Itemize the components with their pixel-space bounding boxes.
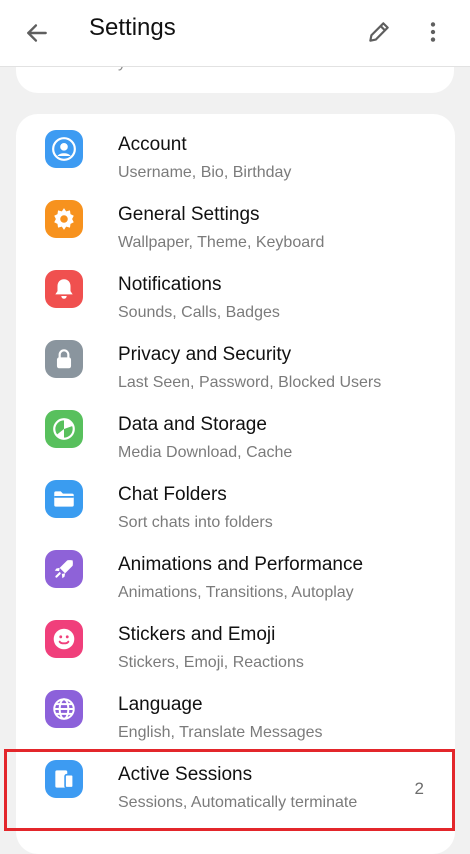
pie-chart-icon (53, 418, 75, 440)
settings-item-subtitle: Animations, Transitions, Autoplay (118, 584, 354, 601)
general-icon-box (45, 200, 83, 238)
globe-icon (53, 698, 75, 720)
account-icon-box (45, 130, 83, 168)
settings-item-label: Active Sessions (118, 764, 253, 785)
more-vertical-icon (430, 22, 436, 42)
more-options-button[interactable] (414, 13, 452, 51)
rocket-icon (54, 560, 73, 579)
person-icon (52, 137, 76, 161)
settings-item-stickers-emoji[interactable]: Stickers and Emoji Stickers, Emoji, Reac… (16, 604, 455, 674)
settings-item-data-storage[interactable]: Data and Storage Media Download, Cache (16, 394, 455, 464)
folder-icon (54, 491, 74, 507)
sessions-count-badge: 2 (414, 779, 424, 798)
settings-item-chat-folders[interactable]: Chat Folders Sort chats into folders (16, 464, 455, 534)
settings-item-label: General Settings (118, 204, 260, 225)
bell-icon (55, 279, 73, 299)
settings-item-account[interactable]: Account Username, Bio, Birthday (16, 114, 455, 184)
settings-item-subtitle: Stickers, Emoji, Reactions (118, 654, 304, 671)
pencil-icon (369, 22, 389, 42)
privacy-icon-box (45, 340, 83, 378)
page-title: Settings (89, 14, 176, 41)
active-sessions-icon-box (45, 760, 83, 798)
devices-icon (55, 770, 75, 789)
stickers-icon-box (45, 620, 83, 658)
notifications-icon-box (45, 270, 83, 308)
settings-item-subtitle: Sort chats into folders (118, 514, 273, 531)
data-storage-icon-box (45, 410, 83, 448)
gear-icon (54, 208, 74, 230)
chat-folders-icon-box (45, 480, 83, 518)
settings-item-label: Account (118, 134, 187, 155)
settings-item-subtitle: Sessions, Automatically terminate (118, 794, 358, 811)
settings-item-label: Notifications (118, 274, 222, 295)
edit-button[interactable] (360, 13, 398, 51)
settings-item-animations[interactable]: Animations and Performance Animations, T… (16, 534, 455, 604)
settings-item-label: Stickers and Emoji (118, 624, 276, 645)
settings-item-subtitle: Wallpaper, Theme, Keyboard (118, 234, 325, 251)
settings-item-subtitle: Last Seen, Password, Blocked Users (118, 374, 382, 391)
arrow-left-icon (27, 24, 47, 42)
settings-item-label: Chat Folders (118, 484, 227, 505)
animations-icon-box (45, 550, 83, 588)
settings-item-label: Data and Storage (118, 414, 267, 435)
settings-item-label: Language (118, 694, 203, 715)
back-button[interactable] (18, 14, 56, 52)
settings-item-subtitle: Media Download, Cache (118, 444, 293, 461)
settings-item-label: Animations and Performance (118, 554, 364, 575)
settings-item-active-sessions[interactable]: Active Sessions Sessions, Automatically … (16, 744, 455, 814)
settings-item-label: Privacy and Security (118, 344, 292, 365)
settings-item-subtitle: Username, Bio, Birthday (118, 164, 292, 181)
settings-item-notifications[interactable]: Notifications Sounds, Calls, Badges (16, 254, 455, 324)
settings-item-subtitle: Sounds, Calls, Badges (118, 304, 280, 321)
lock-icon (56, 349, 72, 369)
settings-item-subtitle: English, Translate Messages (118, 724, 323, 741)
settings-item-language[interactable]: Language English, Translate Messages (16, 674, 455, 744)
settings-list: Account Username, Bio, Birthday General … (16, 114, 455, 854)
smile-icon (53, 628, 75, 650)
app-header: Settings (0, 0, 470, 67)
settings-item-privacy[interactable]: Privacy and Security Last Seen, Password… (16, 324, 455, 394)
language-icon-box (45, 690, 83, 728)
settings-item-general[interactable]: General Settings Wallpaper, Theme, Keybo… (16, 184, 455, 254)
